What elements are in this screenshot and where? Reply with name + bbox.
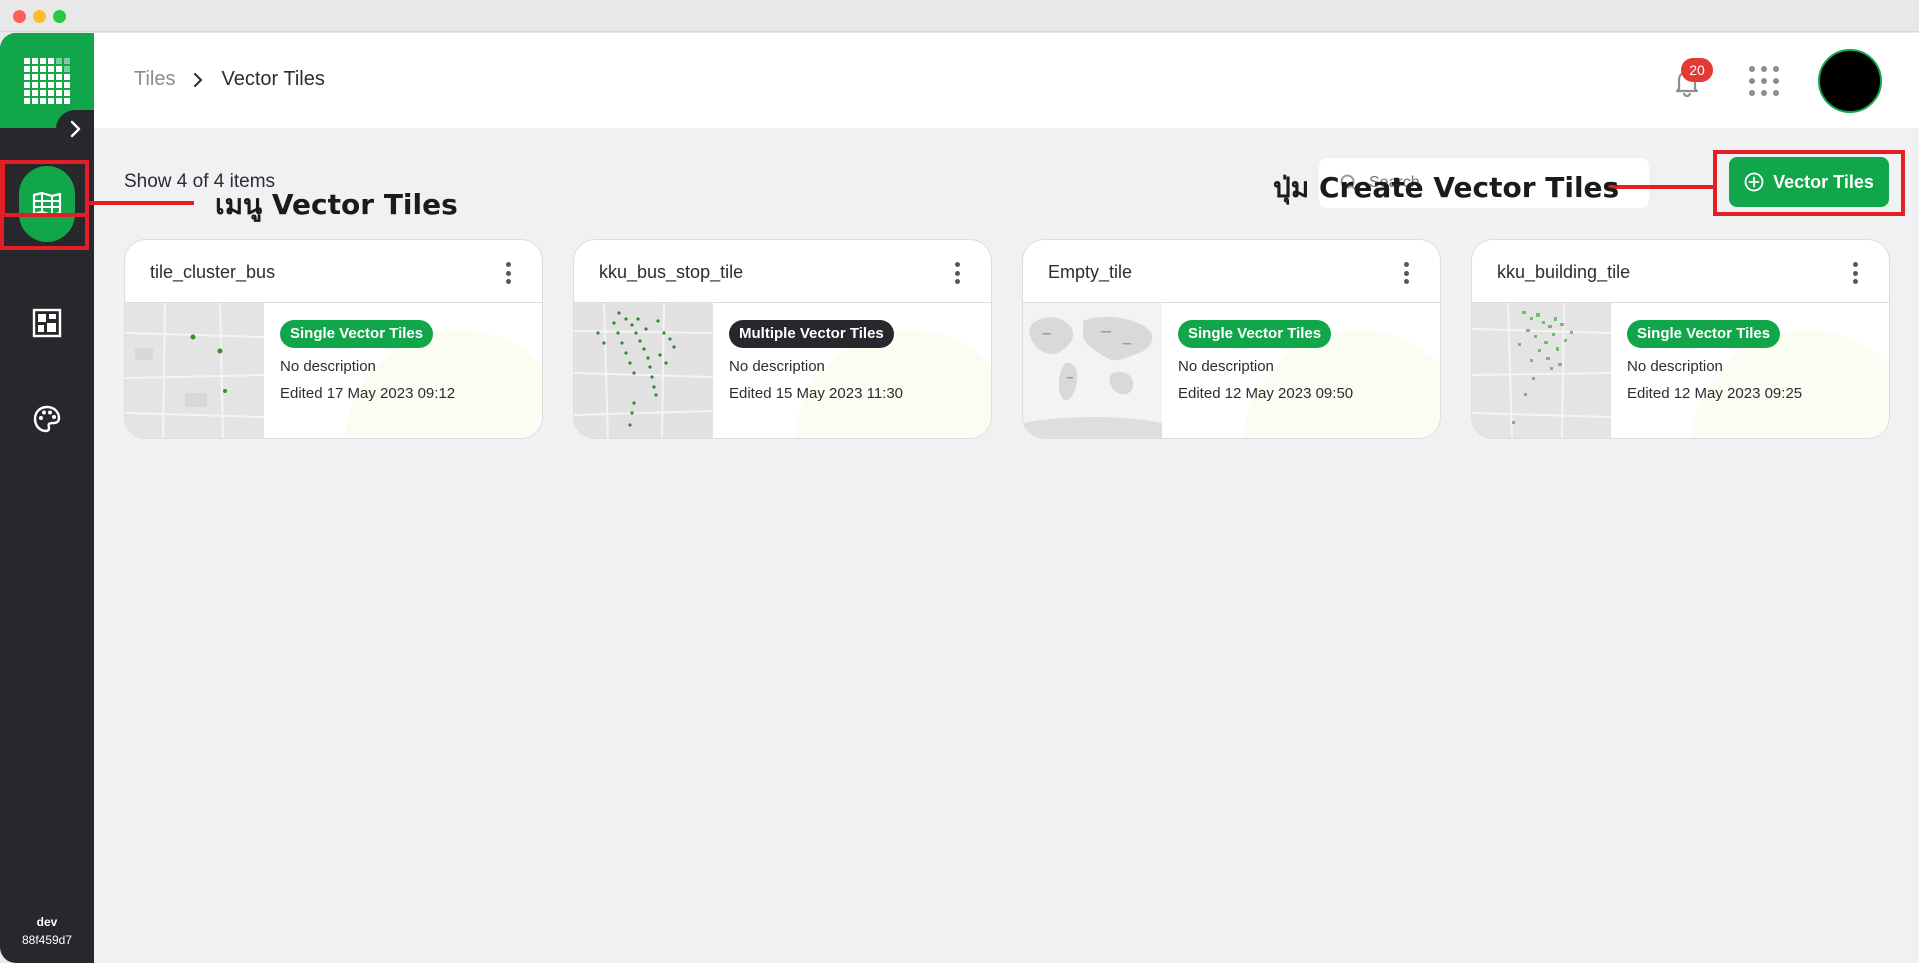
palette-icon xyxy=(33,405,61,433)
card-title: kku_building_tile xyxy=(1497,262,1631,282)
notification-count-badge: 20 xyxy=(1681,58,1713,82)
more-options-icon[interactable] xyxy=(1851,262,1859,284)
tile-card[interactable]: kku_building_tile Single Vector Tiles No… xyxy=(1471,239,1890,439)
more-options-icon[interactable] xyxy=(953,262,961,284)
annotation-label-create-button: ปุ่ม Create Vector Tiles xyxy=(1273,171,1620,204)
card-edited-date: Edited 12 May 2023 09:50 xyxy=(1178,385,1354,402)
annotation-label-menu: เมนู Vector Tiles xyxy=(215,188,458,221)
chevron-right-icon xyxy=(193,72,203,87)
card-title: kku_bus_stop_tile xyxy=(599,262,744,282)
more-options-icon[interactable] xyxy=(1402,262,1410,284)
card-header: kku_bus_stop_tile xyxy=(574,240,991,303)
tile-type-badge: Single Vector Tiles xyxy=(1178,320,1332,348)
tile-card-list: tile_cluster_bus Single Vector Tiles No … xyxy=(124,239,1891,439)
annotation-box-menu-vector-tiles-final xyxy=(0,160,89,250)
card-edited-date: Edited 17 May 2023 09:12 xyxy=(280,385,456,402)
app-window: dev 88f459d7 Tiles Vector Tiles 20 Show … xyxy=(0,0,1919,963)
card-body: Multiple Vector Tiles No description Edi… xyxy=(729,320,903,402)
sidebar-footer: dev 88f459d7 xyxy=(0,913,94,949)
sidebar-item-styles[interactable] xyxy=(19,391,75,447)
build-hash: 88f459d7 xyxy=(21,933,73,947)
card-title: Empty_tile xyxy=(1048,262,1133,282)
card-description: No description xyxy=(280,358,376,375)
map-thumbnail xyxy=(574,303,713,438)
avatar[interactable] xyxy=(1818,49,1882,113)
tile-card[interactable]: kku_bus_stop_tile Multiple Vector Tiles … xyxy=(573,239,992,439)
logo-grid-icon xyxy=(24,57,70,104)
card-header: tile_cluster_bus xyxy=(125,240,542,303)
sidebar-expand-button[interactable] xyxy=(56,110,94,148)
tile-type-badge: Multiple Vector Tiles xyxy=(729,320,894,348)
map-thumbnail xyxy=(1472,303,1611,438)
card-edited-date: Edited 15 May 2023 11:30 xyxy=(729,385,904,402)
map-thumbnail xyxy=(1023,303,1162,438)
card-header: kku_building_tile xyxy=(1472,240,1889,303)
map-thumbnail xyxy=(125,303,264,438)
card-description: No description xyxy=(1627,358,1723,375)
window-titlebar xyxy=(0,0,1919,32)
annotation-box-create-button xyxy=(1713,150,1905,216)
app-launcher-icon[interactable] xyxy=(1749,66,1779,96)
annotation-line-menu-connector xyxy=(89,201,194,205)
tile-type-badge: Single Vector Tiles xyxy=(280,320,434,348)
chevron-right-icon xyxy=(70,120,81,138)
close-window-button[interactable] xyxy=(13,10,26,23)
grid-tiles-icon xyxy=(32,308,62,338)
minimize-window-button[interactable] xyxy=(33,10,46,23)
tile-type-badge: Single Vector Tiles xyxy=(1627,320,1781,348)
main-content: Tiles Vector Tiles 20 Show 4 of 4 items xyxy=(94,33,1919,963)
breadcrumb-tiles-link[interactable]: Tiles xyxy=(134,68,175,91)
card-body: Single Vector Tiles No description Edite… xyxy=(280,320,455,402)
card-body: Single Vector Tiles No description Edite… xyxy=(1627,320,1802,402)
environment-label: dev xyxy=(36,915,58,929)
top-header: Tiles Vector Tiles 20 xyxy=(94,33,1919,128)
card-edited-date: Edited 12 May 2023 09:25 xyxy=(1627,385,1803,402)
annotation-line-create-button xyxy=(1605,185,1713,189)
breadcrumb-current: Vector Tiles xyxy=(221,68,325,90)
tile-card[interactable]: tile_cluster_bus Single Vector Tiles No … xyxy=(124,239,543,439)
card-body: Single Vector Tiles No description Edite… xyxy=(1178,320,1353,402)
zoom-window-button[interactable] xyxy=(53,10,66,23)
card-description: No description xyxy=(729,358,825,375)
more-options-icon[interactable] xyxy=(504,262,512,284)
card-title: tile_cluster_bus xyxy=(150,262,276,282)
tile-card[interactable]: Empty_tile Single Vector Tiles No descri… xyxy=(1022,239,1441,439)
card-header: Empty_tile xyxy=(1023,240,1440,303)
sidebar-item-tiles[interactable] xyxy=(19,295,75,351)
breadcrumb: Tiles Vector Tiles xyxy=(134,68,325,91)
card-description: No description xyxy=(1178,358,1274,375)
